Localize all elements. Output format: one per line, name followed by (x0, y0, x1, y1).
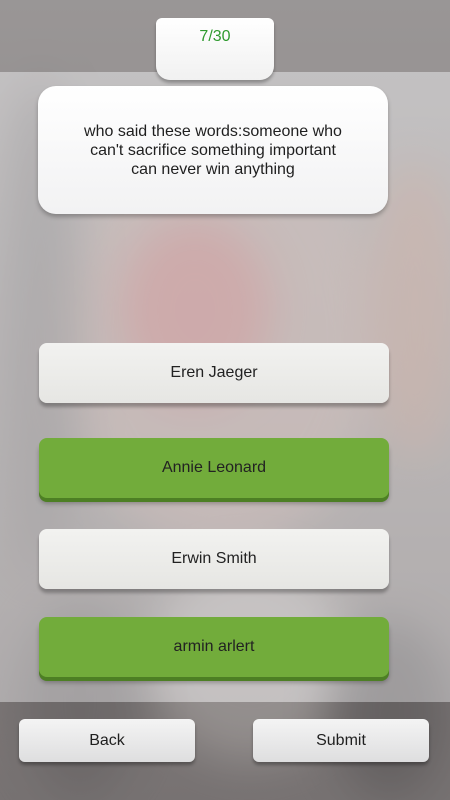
back-button[interactable]: Back (19, 719, 195, 762)
answer-option-4[interactable]: armin arlert (39, 617, 389, 677)
answer-option-1[interactable]: Eren Jaeger (39, 343, 389, 403)
answer-option-2[interactable]: Annie Leonard (39, 438, 389, 498)
question-counter-label: 7/30 (199, 28, 231, 45)
submit-button[interactable]: Submit (253, 719, 429, 762)
question-text: who said these words:someone who can't s… (84, 122, 342, 178)
question-card: who said these words:someone who can't s… (38, 86, 388, 214)
question-counter: 7/30 (156, 18, 274, 80)
answer-option-3[interactable]: Erwin Smith (39, 529, 389, 589)
